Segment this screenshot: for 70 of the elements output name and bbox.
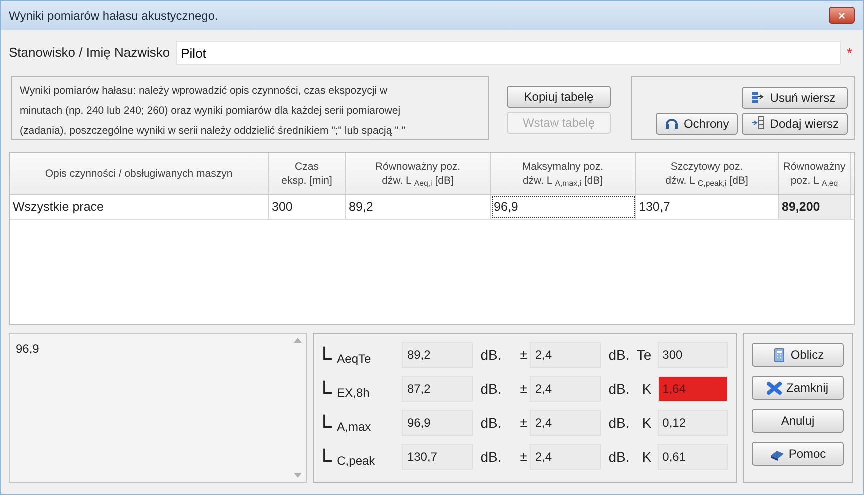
button[interactable]: Anuluj xyxy=(752,409,844,434)
parameter-field: 1,64 xyxy=(658,376,728,402)
unit-label: dB. xyxy=(608,448,630,467)
unit-label: dB. xyxy=(480,448,503,467)
column-header: eksp. [min] xyxy=(282,174,332,188)
list-arrow-icon xyxy=(751,90,766,106)
parameter-field: 300 xyxy=(658,342,728,368)
instructions-text: Wyniki pomiarów hałasu: należy wprowadzić opis czynności, czas ekspozycji w minutach (np. 240 lub 240; 260) oraz wyniki pomiarów dla każdej serii pomiarowej (zadania), poszczególne wyniki w serii należy oddzielić średnikiem ";" lub spacją " " xyxy=(11,76,489,140)
button[interactable]: Oblicz xyxy=(752,343,844,368)
scroll-down-icon[interactable] xyxy=(294,473,302,478)
scroll-up-icon[interactable] xyxy=(294,338,302,344)
arrow-list-icon xyxy=(751,116,766,132)
uncertainty-field: 2,4 xyxy=(530,342,601,368)
plus-minus-sign: ± xyxy=(519,414,528,432)
column-header: Opis czynności / obsługiwanych maszyn xyxy=(45,166,233,181)
unit-label: dB. xyxy=(608,414,630,433)
column-header: Równoważny poz. xyxy=(375,160,461,174)
notes-text: 96,9 xyxy=(15,341,40,358)
symbol-label: L $_{EX,8h}$ xyxy=(322,376,371,402)
window-title: Wyniki pomiarów hałasu akustycznego. xyxy=(9,8,218,25)
plus-minus-sign: ± xyxy=(519,448,528,466)
value-field: 89,2 xyxy=(402,342,473,368)
column-header: Szczytowy poz. xyxy=(670,160,744,174)
notes-field[interactable]: 96,9 xyxy=(9,333,307,484)
column-header: dźw. L $_{A,max,i}$ [dB] xyxy=(522,174,604,188)
value-field: 96,9 xyxy=(402,410,473,436)
symbol-label: L $_{AeqTe}$ xyxy=(322,342,372,368)
button[interactable]: Dodaj wiersz xyxy=(742,112,848,135)
symbol-label: L $_{C,peak}$ xyxy=(322,444,376,470)
table-cell[interactable]: Wszystkie prace xyxy=(10,195,269,220)
uncertainty-field: 2,4 xyxy=(530,376,601,402)
name-label: Stanowisko / Imię Nazwisko xyxy=(9,44,170,62)
unit-label: dB. xyxy=(608,346,630,365)
parameter-label: K xyxy=(641,380,653,399)
plus-minus-sign: ± xyxy=(519,380,528,398)
required-mark: * xyxy=(847,44,854,63)
parameter-field: 0,61 xyxy=(658,444,728,470)
uncertainty-field: 2,4 xyxy=(530,410,601,436)
cross-icon xyxy=(767,380,782,396)
column-header: poz. L $_{A,eq}$ xyxy=(790,174,838,188)
table-cell[interactable]: 96,9 xyxy=(491,195,636,220)
button[interactable]: Usuń wiersz xyxy=(742,86,848,109)
table-cell[interactable]: 89,200 xyxy=(779,195,851,220)
unit-label: dB. xyxy=(608,380,630,399)
column-header: Maksymalny poz. xyxy=(522,160,604,174)
headphones-icon xyxy=(664,116,680,132)
value-field: 87,2 xyxy=(402,376,473,402)
unit-label: dB. xyxy=(480,380,503,399)
column-header: Równoważny xyxy=(783,160,846,174)
button[interactable]: Zamknij xyxy=(752,376,844,400)
calculator-icon xyxy=(772,348,787,363)
column-header: dźw. L $_{Aeq,i}$ [dB] xyxy=(382,174,454,188)
table-cell[interactable]: 300 xyxy=(269,195,346,220)
uncertainty-field: 2,4 xyxy=(530,444,601,470)
name-field[interactable]: Pilot xyxy=(176,41,841,66)
plus-minus-sign: ± xyxy=(519,346,528,364)
column-header: dźw. L $_{C,peak,i}$ [dB] xyxy=(666,174,748,188)
unit-label: dB. xyxy=(480,414,503,433)
table-cell[interactable]: 89,2 xyxy=(346,195,491,220)
parameter-label: K xyxy=(641,414,653,433)
parameter-field: 0,12 xyxy=(658,410,728,436)
symbol-label: L $_{A,max}$ xyxy=(322,410,372,436)
button[interactable]: Pomoc xyxy=(752,442,844,466)
value-field: 130,7 xyxy=(402,444,473,470)
parameter-label: K xyxy=(641,448,653,467)
column-header: Czas xyxy=(295,160,319,174)
button[interactable]: Kopiuj tabelę xyxy=(507,86,611,108)
parameter-label: Te xyxy=(636,346,653,365)
button[interactable]: Ochrony xyxy=(656,112,738,135)
unit-label: dB. xyxy=(480,346,503,365)
